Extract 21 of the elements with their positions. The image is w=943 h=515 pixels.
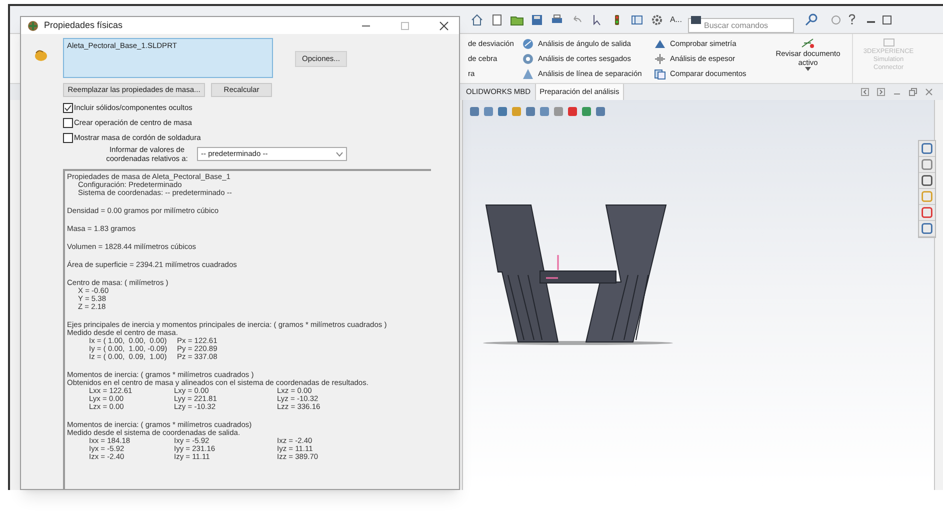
close-icon[interactable] bbox=[439, 20, 449, 30]
maximize-icon[interactable] bbox=[882, 14, 892, 24]
save-icon[interactable] bbox=[530, 12, 544, 26]
checkbox[interactable] bbox=[63, 118, 73, 128]
chevron-icon bbox=[336, 152, 343, 156]
caret-icon[interactable] bbox=[805, 67, 811, 71]
search-field[interactable]: Buscar comandos bbox=[688, 18, 794, 33]
next-icon[interactable] bbox=[877, 88, 885, 96]
toolbar-label[interactable]: A... bbox=[670, 14, 682, 26]
new-document-icon[interactable] bbox=[490, 12, 504, 26]
panel-icon[interactable] bbox=[630, 12, 644, 26]
checkbox[interactable] bbox=[63, 132, 73, 142]
checkbox[interactable] bbox=[63, 102, 73, 112]
thickness-icon[interactable] bbox=[654, 52, 666, 64]
window-title: Propiedades físicas bbox=[44, 18, 124, 32]
restore-icon[interactable] bbox=[909, 88, 917, 96]
previous-icon[interactable] bbox=[861, 88, 869, 96]
help-icon[interactable] bbox=[848, 14, 856, 25]
settings-icon[interactable] bbox=[650, 12, 664, 26]
compare-icon[interactable] bbox=[654, 68, 666, 80]
app-icon bbox=[27, 20, 39, 32]
